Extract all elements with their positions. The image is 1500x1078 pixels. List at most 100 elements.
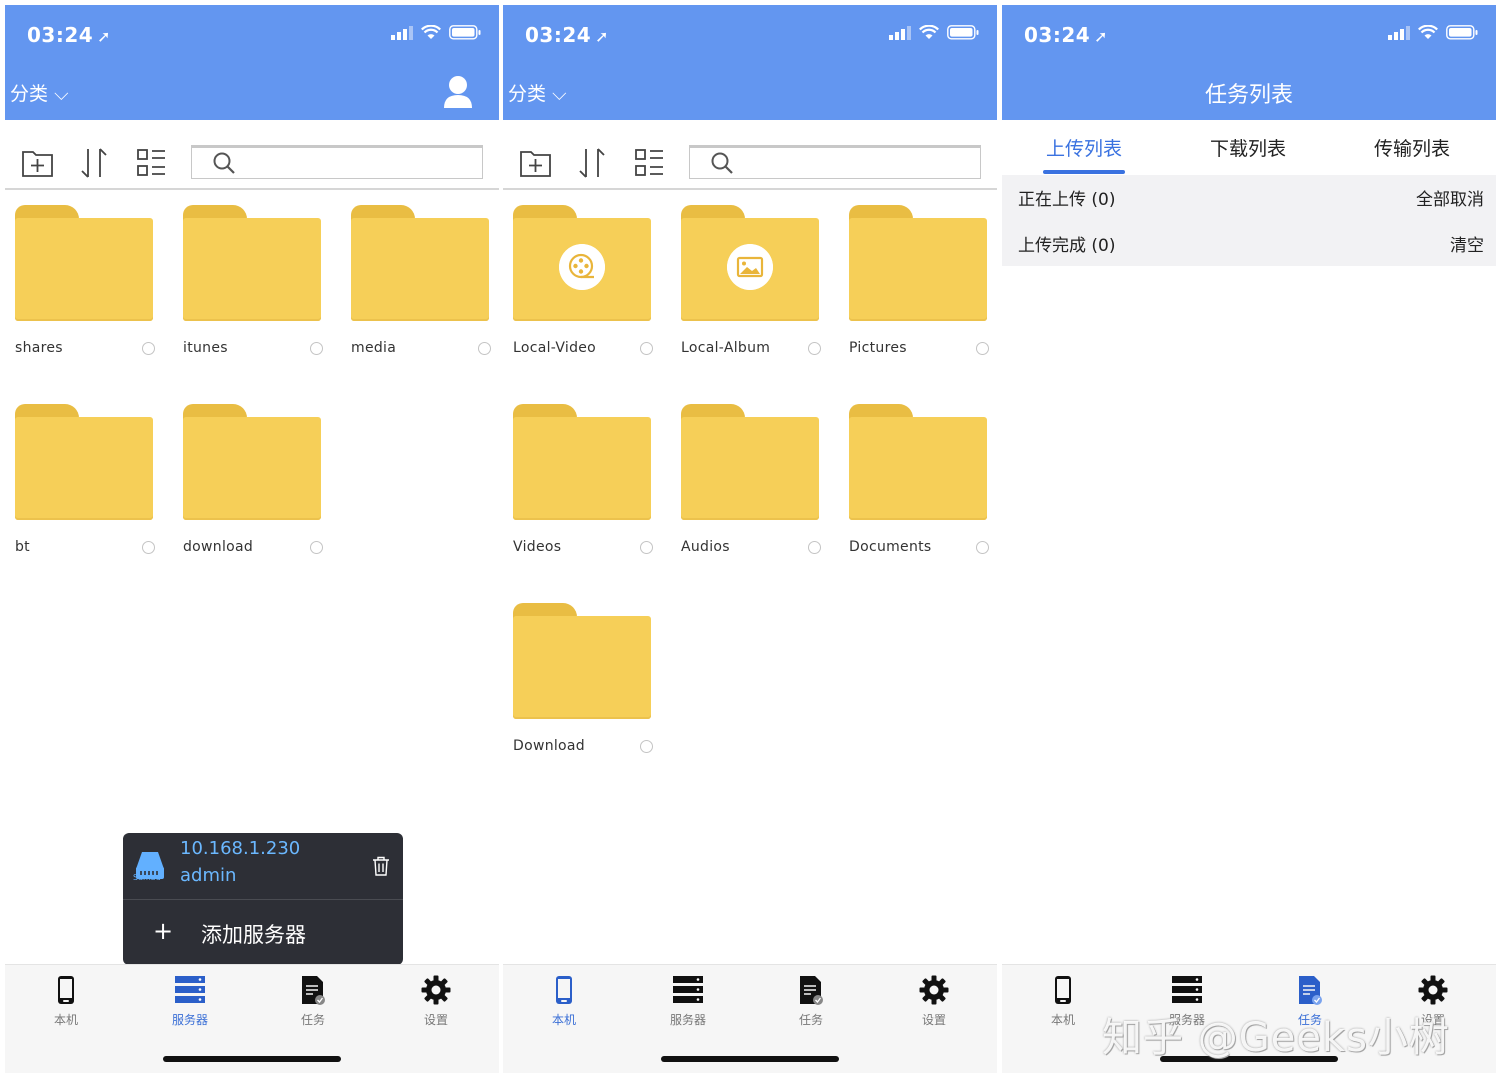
category-dropdown[interactable]: 分类 ⌵ bbox=[508, 79, 566, 106]
select-radio[interactable] bbox=[640, 541, 653, 554]
status-time: 03:24 ➚ bbox=[525, 23, 610, 47]
tab-server[interactable]: 服务器 bbox=[145, 973, 235, 1028]
toolbar bbox=[503, 120, 997, 190]
task-document-icon bbox=[800, 976, 823, 1005]
watermark-text: 知乎 @Geeks小树 bbox=[1102, 1015, 1450, 1061]
select-radio[interactable] bbox=[808, 342, 821, 355]
task-document-icon bbox=[302, 976, 325, 1005]
list-view-icon[interactable] bbox=[135, 146, 169, 180]
upload-complete-label: 上传完成 (0) bbox=[1018, 236, 1116, 256]
tab-local[interactable]: 本机 bbox=[1018, 973, 1108, 1028]
folder-item[interactable]: Pictures bbox=[849, 205, 989, 365]
tab-local[interactable]: 本机 bbox=[21, 973, 111, 1028]
cancel-all-button[interactable]: 全部取消 bbox=[1416, 185, 1484, 210]
image-icon bbox=[727, 244, 773, 290]
phone-icon bbox=[1055, 976, 1071, 1004]
location-arrow-icon: ➚ bbox=[1094, 27, 1109, 46]
home-indicator[interactable] bbox=[163, 1056, 341, 1062]
server-user[interactable]: admin bbox=[180, 865, 236, 886]
folder-item[interactable]: Download bbox=[513, 603, 653, 763]
signal-icon bbox=[391, 25, 413, 40]
folder-item[interactable]: Videos bbox=[513, 404, 653, 564]
home-indicator[interactable] bbox=[661, 1056, 839, 1062]
folder-item[interactable]: Local-Video bbox=[513, 205, 653, 365]
task-tabs: 上传列表 下载列表 传输列表 bbox=[1002, 120, 1496, 175]
tab-transfer-list[interactable]: 传输列表 bbox=[1352, 134, 1472, 161]
category-dropdown[interactable]: 分类 ⌵ bbox=[10, 79, 68, 106]
tab-upload-list[interactable]: 上传列表 bbox=[1024, 134, 1144, 161]
signal-icon bbox=[889, 25, 911, 40]
server-icon bbox=[673, 976, 703, 1003]
uploading-label: 正在上传 (0) bbox=[1018, 190, 1116, 210]
new-folder-icon[interactable] bbox=[21, 146, 55, 180]
status-icons bbox=[391, 25, 481, 40]
tab-settings[interactable]: 设置 bbox=[889, 973, 979, 1028]
sort-icon[interactable] bbox=[77, 146, 111, 180]
server-popup: Samba 10.168.1.230 admin + 添加服务器 bbox=[123, 833, 403, 965]
location-arrow-icon: ➚ bbox=[595, 27, 610, 46]
phone-screen-local: 03:24 ➚ 分类 ⌵ Local-Video Local-Album Pic… bbox=[503, 5, 997, 1073]
user-icon[interactable] bbox=[443, 75, 473, 109]
search-input[interactable] bbox=[191, 145, 483, 179]
status-time: 03:24 ➚ bbox=[27, 23, 112, 47]
new-folder-icon[interactable] bbox=[519, 146, 553, 180]
clear-button[interactable]: 清空 bbox=[1450, 231, 1484, 256]
select-radio[interactable] bbox=[976, 541, 989, 554]
folder-item[interactable]: bt bbox=[15, 404, 155, 564]
phone-icon bbox=[556, 976, 572, 1004]
bottom-tab-bar: 本机 服务器 任务 设置 bbox=[503, 964, 997, 1073]
folder-item[interactable]: media bbox=[351, 205, 491, 365]
select-radio[interactable] bbox=[310, 342, 323, 355]
battery-icon bbox=[1446, 25, 1478, 40]
location-arrow-icon: ➚ bbox=[97, 27, 112, 46]
folder-item[interactable]: Audios bbox=[681, 404, 821, 564]
server-icon bbox=[1172, 976, 1202, 1003]
gear-icon bbox=[421, 975, 451, 1005]
add-server-button[interactable]: 添加服务器 bbox=[201, 919, 306, 949]
status-time: 03:24 ➚ bbox=[1024, 23, 1109, 47]
video-reel-icon bbox=[559, 244, 605, 290]
tab-server[interactable]: 服务器 bbox=[643, 973, 733, 1028]
tab-local[interactable]: 本机 bbox=[519, 973, 609, 1028]
gear-icon bbox=[1418, 975, 1448, 1005]
list-view-icon[interactable] bbox=[633, 146, 667, 180]
tab-tasks[interactable]: 任务 bbox=[268, 973, 358, 1028]
divider bbox=[123, 899, 403, 900]
select-radio[interactable] bbox=[808, 541, 821, 554]
select-radio[interactable] bbox=[640, 342, 653, 355]
tab-download-list[interactable]: 下载列表 bbox=[1188, 134, 1308, 161]
select-radio[interactable] bbox=[142, 541, 155, 554]
folder-item[interactable]: Documents bbox=[849, 404, 989, 564]
search-input[interactable] bbox=[689, 145, 981, 179]
search-icon bbox=[213, 152, 235, 174]
folder-item[interactable]: download bbox=[183, 404, 323, 564]
chevron-down-icon: ⌵ bbox=[54, 83, 69, 105]
select-radio[interactable] bbox=[478, 342, 491, 355]
wifi-icon bbox=[1418, 25, 1438, 39]
trash-icon[interactable] bbox=[372, 856, 390, 876]
list-item: 正在上传 (0) 全部取消 bbox=[1018, 175, 1484, 221]
tab-tasks[interactable]: 任务 bbox=[766, 973, 856, 1028]
bottom-tab-bar: 本机 服务器 任务 设置 bbox=[5, 964, 499, 1073]
list-item: 上传完成 (0) 清空 bbox=[1018, 221, 1484, 267]
tab-settings[interactable]: 设置 bbox=[391, 973, 481, 1028]
plus-icon[interactable]: + bbox=[153, 919, 173, 943]
sort-icon[interactable] bbox=[575, 146, 609, 180]
page-title: 任务列表 bbox=[1204, 83, 1293, 108]
active-tab-indicator bbox=[1043, 170, 1125, 174]
select-radio[interactable] bbox=[142, 342, 155, 355]
select-radio[interactable] bbox=[976, 342, 989, 355]
status-icons bbox=[1388, 25, 1478, 40]
folder-item[interactable]: itunes bbox=[183, 205, 323, 365]
header: 03:24 ➚ 分类 ⌵ bbox=[503, 5, 997, 120]
folder-item[interactable]: Local-Album bbox=[681, 205, 821, 365]
battery-icon bbox=[449, 25, 481, 40]
server-icon bbox=[175, 976, 205, 1003]
header: 03:24 ➚ 任务列表 bbox=[1002, 5, 1496, 120]
chevron-down-icon: ⌵ bbox=[552, 83, 567, 105]
select-radio[interactable] bbox=[310, 541, 323, 554]
search-icon bbox=[711, 152, 733, 174]
select-radio[interactable] bbox=[640, 740, 653, 753]
server-ip[interactable]: 10.168.1.230 bbox=[180, 838, 300, 859]
folder-item[interactable]: shares bbox=[15, 205, 155, 365]
